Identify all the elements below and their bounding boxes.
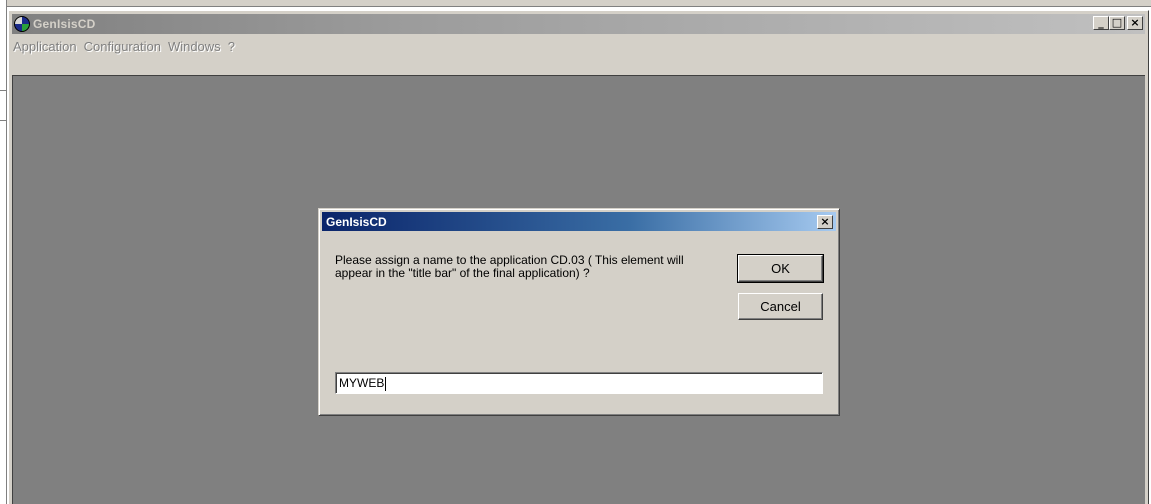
background-window-titlebar — [0, 0, 1151, 7]
background-window-edge — [0, 0, 7, 504]
dialog-message: Please assign a name to the application … — [335, 253, 684, 280]
dialog-titlebar[interactable]: GenIsisCD × — [322, 212, 836, 231]
maximize-button[interactable]: □ — [1109, 16, 1125, 30]
text-caret — [385, 376, 387, 391]
dialog-close-button[interactable]: × — [817, 215, 833, 229]
window-title: GenIsisCD — [33, 17, 96, 31]
window-controls: _ □ × — [1093, 16, 1143, 30]
name-dialog: GenIsisCD × Please assign a name to the … — [318, 208, 840, 416]
menubar: Application Configuration Windows ? — [12, 36, 1145, 56]
main-titlebar[interactable]: GenIsisCD _ □ × — [12, 14, 1145, 34]
app-name-value: MYWEB — [339, 376, 385, 390]
dialog-title: GenIsisCD — [326, 214, 387, 229]
cd-disc-icon[interactable] — [14, 16, 30, 32]
menu-help[interactable]: ? — [228, 39, 242, 54]
app-name-input[interactable]: MYWEB — [335, 372, 823, 394]
menu-application[interactable]: Application — [12, 39, 84, 54]
cancel-button[interactable]: Cancel — [738, 293, 823, 320]
menu-windows[interactable]: Windows — [168, 39, 228, 54]
ok-button[interactable]: OK — [737, 254, 824, 283]
background-window-divider — [0, 60, 6, 91]
minimize-button[interactable]: _ — [1093, 16, 1109, 30]
background-window-divider — [0, 90, 6, 121]
close-button[interactable]: × — [1127, 16, 1143, 30]
menu-configuration[interactable]: Configuration — [84, 39, 168, 54]
